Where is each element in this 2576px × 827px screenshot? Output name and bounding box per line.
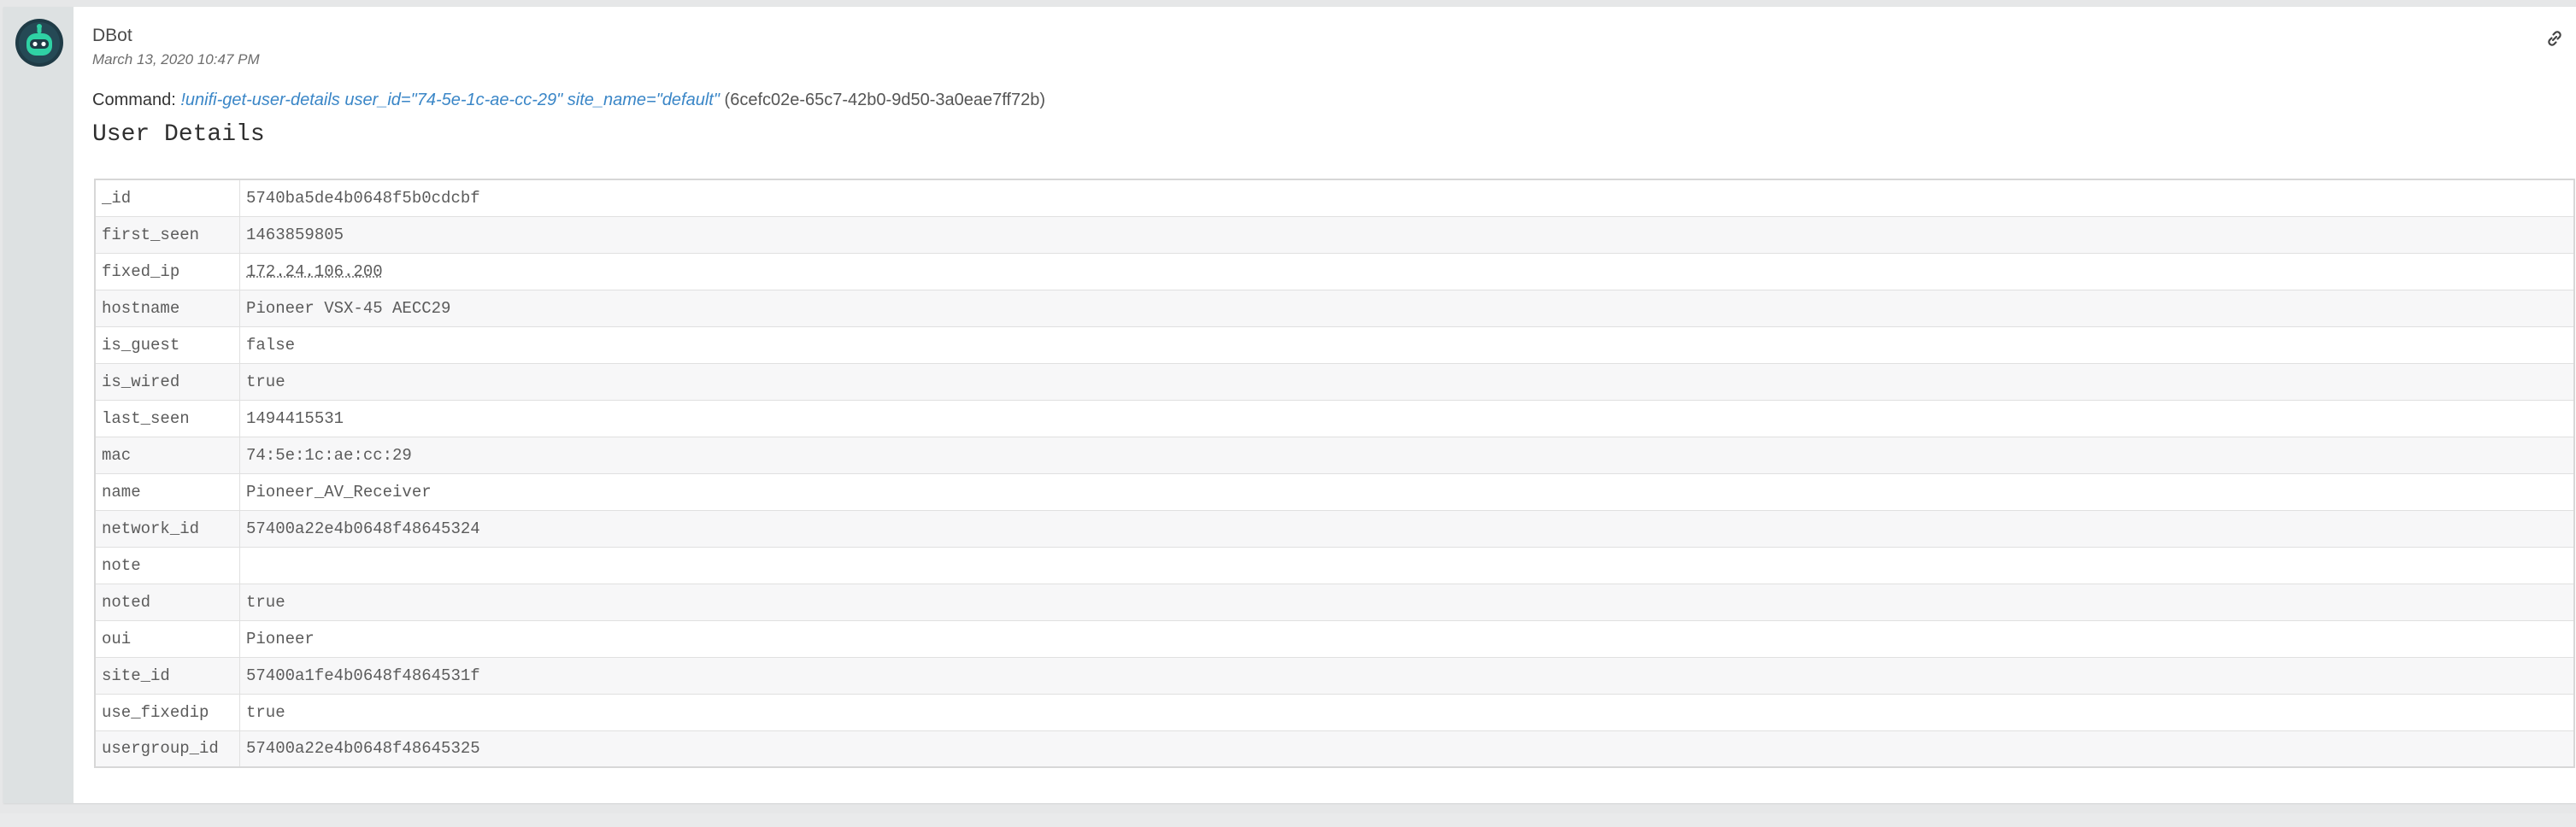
- entry-content: DBot March 13, 2020 10:47 PM Command: !u…: [92, 7, 2576, 803]
- row-key: use_fixedip: [94, 693, 240, 731]
- table-row: network_id 57400a22e4b0648f48645324: [94, 509, 2575, 548]
- row-key: first_seen: [94, 215, 240, 254]
- row-key: last_seen: [94, 399, 240, 437]
- row-key: note: [94, 546, 240, 584]
- link-icon[interactable]: [2544, 27, 2566, 50]
- row-key: usergroup_id: [94, 730, 240, 768]
- row-key: oui: [94, 619, 240, 658]
- row-value-text: true: [246, 592, 285, 612]
- table-row: usergroup_id 57400a22e4b0648f48645325: [94, 730, 2575, 768]
- table-row: hostname Pioneer VSX-45 AECC29: [94, 289, 2575, 327]
- row-value-text: 57400a22e4b0648f48645325: [246, 739, 480, 759]
- row-value: 1463859805: [239, 215, 2575, 254]
- table-row: note: [94, 546, 2575, 584]
- command-line: Command: !unifi-get-user-details user_id…: [92, 91, 1045, 110]
- command-link[interactable]: !unifi-get-user-details user_id="74-5e-1…: [180, 91, 720, 109]
- row-key: _id: [94, 179, 240, 217]
- row-value-text: 57400a22e4b0648f48645324: [246, 519, 480, 538]
- row-value: 74:5e:1c:ae:cc:29: [239, 436, 2575, 474]
- row-value: Pioneer_AV_Receiver: [239, 472, 2575, 511]
- row-value: 57400a22e4b0648f48645324: [239, 509, 2575, 548]
- row-value-text: 5740ba5de4b0648f5b0cdcbf: [246, 188, 480, 208]
- row-value-text: 74:5e:1c:ae:cc:29: [246, 445, 412, 465]
- row-key: hostname: [94, 289, 240, 327]
- table-row: use_fixedip true: [94, 693, 2575, 731]
- table-row: is_guest false: [94, 326, 2575, 364]
- row-key: network_id: [94, 509, 240, 548]
- ip-address-link[interactable]: 172.24.106.200: [246, 262, 383, 281]
- entry-gutter: [3, 7, 74, 803]
- row-value: true: [239, 693, 2575, 731]
- table-row: oui Pioneer: [94, 619, 2575, 658]
- table-row: last_seen 1494415531: [94, 399, 2575, 437]
- user-details-rows: _id 5740ba5de4b0648f5b0cdcbf first_seen 146…: [94, 179, 2575, 768]
- table-row: noted true: [94, 583, 2575, 621]
- row-value-text: true: [246, 702, 285, 722]
- row-value-text: 1463859805: [246, 225, 344, 244]
- command-label: Command:: [92, 91, 176, 109]
- row-key: mac: [94, 436, 240, 474]
- row-key: name: [94, 472, 240, 511]
- row-value-text: 57400a1fe4b0648f4864531f: [246, 666, 480, 685]
- row-value: Pioneer: [239, 619, 2575, 658]
- row-value: 57400a22e4b0648f48645325: [239, 730, 2575, 768]
- row-key: is_guest: [94, 326, 240, 364]
- war-room-entry: DBot March 13, 2020 10:47 PM Command: !u…: [3, 7, 2576, 803]
- row-value-text: false: [246, 335, 296, 355]
- row-key: fixed_ip: [94, 252, 240, 290]
- row-value: 1494415531: [239, 399, 2575, 437]
- command-id: (6cefc02e-65c7-42b0-9d50-3a0eae7ff72b): [724, 91, 1045, 109]
- table-row: mac 74:5e:1c:ae:cc:29: [94, 436, 2575, 474]
- row-value-text: Pioneer: [246, 629, 315, 648]
- table-row: fixed_ip 172.24.106.200: [94, 252, 2575, 290]
- row-value: true: [239, 583, 2575, 621]
- section-title: User Details: [92, 121, 265, 148]
- row-key: noted: [94, 583, 240, 621]
- row-value: false: [239, 326, 2575, 364]
- row-value: true: [239, 362, 2575, 401]
- row-key: is_wired: [94, 362, 240, 401]
- author-name[interactable]: DBot: [92, 26, 132, 46]
- table-row: first_seen 1463859805: [94, 215, 2575, 254]
- robot-icon[interactable]: [15, 19, 63, 67]
- row-value: 172.24.106.200: [239, 252, 2575, 290]
- entry-timestamp: March 13, 2020 10:47 PM: [92, 51, 260, 67]
- table-row: site_id 57400a1fe4b0648f4864531f: [94, 656, 2575, 695]
- row-value-text: true: [246, 372, 285, 391]
- row-key: site_id: [94, 656, 240, 695]
- table-row: name Pioneer_AV_Receiver: [94, 472, 2575, 511]
- row-value-text: 1494415531: [246, 408, 344, 428]
- table-row: is_wired true: [94, 362, 2575, 401]
- row-value-text: Pioneer_AV_Receiver: [246, 482, 432, 501]
- row-value-text: Pioneer VSX-45 AECC29: [246, 298, 451, 318]
- row-value: [239, 546, 2575, 584]
- page-footer-bar: [0, 813, 2576, 827]
- table-row: _id 5740ba5de4b0648f5b0cdcbf: [94, 179, 2575, 217]
- row-value: Pioneer VSX-45 AECC29: [239, 289, 2575, 327]
- user-details-table: _id 5740ba5de4b0648f5b0cdcbf first_seen 146…: [94, 179, 2575, 768]
- row-value: 57400a1fe4b0648f4864531f: [239, 656, 2575, 695]
- row-value: 5740ba5de4b0648f5b0cdcbf: [239, 179, 2575, 217]
